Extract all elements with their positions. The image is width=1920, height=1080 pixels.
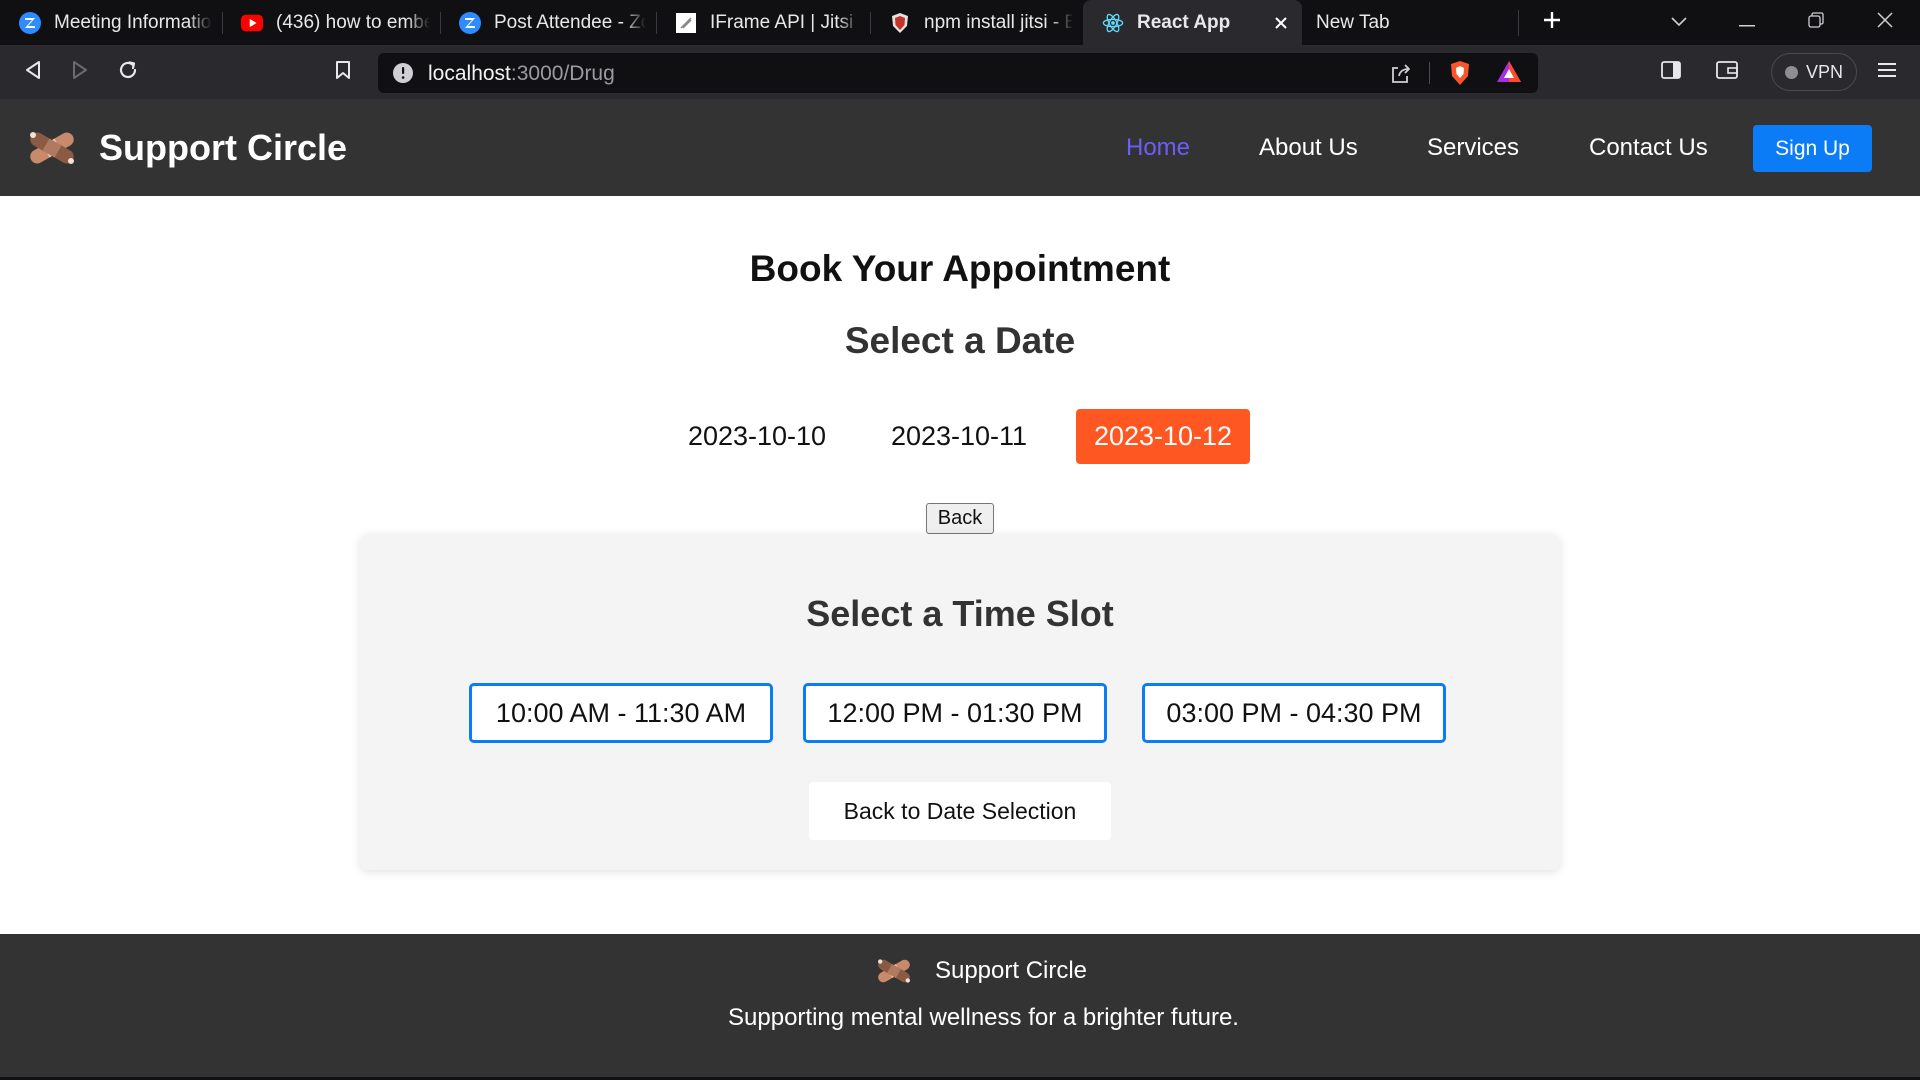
bookmark-icon (335, 60, 351, 85)
browser-tab[interactable]: Post Attendee - Zoom (440, 0, 656, 45)
date-option[interactable]: 2023-10-10 (672, 409, 842, 464)
zoom-icon (459, 11, 481, 34)
minimize-icon (1739, 14, 1755, 32)
chevron-down-icon (1671, 14, 1687, 32)
nav-about-us[interactable]: About Us (1259, 99, 1358, 196)
footer-tagline: Supporting mental wellness for a brighte… (728, 1004, 1239, 1031)
zoom-icon (19, 11, 41, 34)
close-window-button[interactable] (1862, 0, 1908, 45)
bandage-logo-icon (30, 131, 74, 164)
bandage-logo-icon (877, 959, 910, 983)
reload-icon (117, 59, 139, 86)
url-path: :3000/Drug (510, 62, 615, 85)
tab-title: IFrame API | Jitsi Meet (710, 11, 860, 33)
url-text[interactable]: localhost:3000/Drug (428, 62, 615, 86)
wallet-icon (1716, 60, 1738, 84)
tab-title: Post Attendee - Zoom (494, 11, 646, 33)
wallet-button[interactable] (1709, 54, 1745, 90)
brand-home-link[interactable]: Support Circle (24, 99, 347, 196)
site-header: Support Circle Home About Us Services Co… (0, 99, 1920, 196)
reload-button[interactable] (110, 54, 146, 90)
close-icon (1877, 12, 1893, 33)
brave-search-icon (889, 12, 911, 34)
hamburger-menu-icon (1877, 62, 1897, 83)
address-bar[interactable]: localhost:3000/Drug (378, 53, 1538, 93)
brand-name: Support Circle (99, 126, 348, 168)
brave-shields-icon[interactable] (1448, 60, 1472, 91)
tab-title: New Tab (1316, 11, 1390, 33)
new-tab-button[interactable] (1529, 0, 1575, 45)
date-option-selected[interactable]: 2023-10-12 (1076, 409, 1250, 464)
tab-title: (436) how to embed (276, 11, 430, 33)
browser-tab[interactable]: npm install jitsi - Brave (870, 0, 1083, 45)
browser-tab[interactable]: IFrame API | Jitsi Meet (656, 0, 870, 45)
footer-brand-name: Support Circle (934, 957, 1088, 984)
bookmark-button[interactable] (325, 54, 361, 90)
date-section-heading: Select a Date (844, 320, 1076, 361)
site-footer: Support Circle Supporting mental wellnes… (0, 934, 1920, 1080)
plus-icon (1542, 10, 1562, 35)
react-icon (1102, 12, 1124, 34)
browser-toolbar: localhost:3000/Drug VPN (0, 45, 1920, 99)
sign-up-button[interactable]: Sign Up (1753, 125, 1872, 172)
time-slot-button[interactable]: 03:00 PM - 04:30 PM (1142, 683, 1446, 743)
youtube-icon (241, 12, 263, 34)
time-slot-card: Select a Time Slot 10:00 AM - 11:30 AM 1… (360, 534, 1560, 870)
page-title: Book Your Appointment (749, 248, 1171, 289)
browser-menu-button[interactable] (1869, 54, 1905, 90)
close-icon[interactable] (1270, 12, 1292, 34)
browser-tab-strip: Meeting Information (436) how to embed P… (0, 0, 1920, 45)
restore-button[interactable] (1793, 0, 1839, 45)
tab-title: React App (1137, 11, 1231, 33)
brave-rewards-icon[interactable] (1496, 60, 1522, 89)
share-icon[interactable] (1390, 62, 1412, 89)
sidebar-icon (1661, 60, 1681, 84)
tab-title: Meeting Information (54, 11, 212, 33)
arrow-left-icon (24, 60, 42, 85)
tab-divider (1518, 10, 1519, 36)
time-slot-heading: Select a Time Slot (806, 593, 1114, 634)
back-nav-button[interactable] (15, 54, 51, 90)
browser-tab[interactable]: Meeting Information (0, 0, 222, 45)
browser-tab[interactable]: New Tab (1302, 0, 1516, 45)
back-button[interactable]: Back (926, 503, 994, 534)
forward-nav-button[interactable] (62, 54, 98, 90)
minimize-button[interactable] (1724, 0, 1770, 45)
jitsi-doc-icon (675, 12, 697, 34)
tab-title: npm install jitsi - Brave (924, 11, 1073, 33)
time-slot-button[interactable]: 10:00 AM - 11:30 AM (469, 683, 773, 743)
vpn-label: VPN (1805, 61, 1843, 82)
back-to-date-selection-button[interactable]: Back to Date Selection (809, 782, 1111, 840)
restore-icon (1808, 12, 1824, 33)
sidebar-toggle-button[interactable] (1653, 54, 1689, 90)
browser-tab[interactable]: (436) how to embed (222, 0, 440, 45)
nav-home[interactable]: Home (1126, 99, 1190, 196)
url-divider (1429, 62, 1430, 84)
arrow-right-icon (71, 60, 89, 85)
url-host: localhost (428, 62, 511, 85)
tab-search-button[interactable] (1656, 0, 1702, 45)
nav-contact-us[interactable]: Contact Us (1589, 99, 1708, 196)
nav-services[interactable]: Services (1427, 99, 1519, 196)
vpn-status-icon (1784, 65, 1798, 79)
footer-brand: Support Circle (0, 955, 1920, 987)
browser-tab-active[interactable]: React App (1083, 0, 1302, 45)
vpn-button[interactable]: VPN (1771, 53, 1857, 91)
site-info-icon[interactable] (392, 62, 414, 89)
date-option[interactable]: 2023-10-11 (874, 409, 1044, 464)
time-slot-button[interactable]: 12:00 PM - 01:30 PM (803, 683, 1107, 743)
